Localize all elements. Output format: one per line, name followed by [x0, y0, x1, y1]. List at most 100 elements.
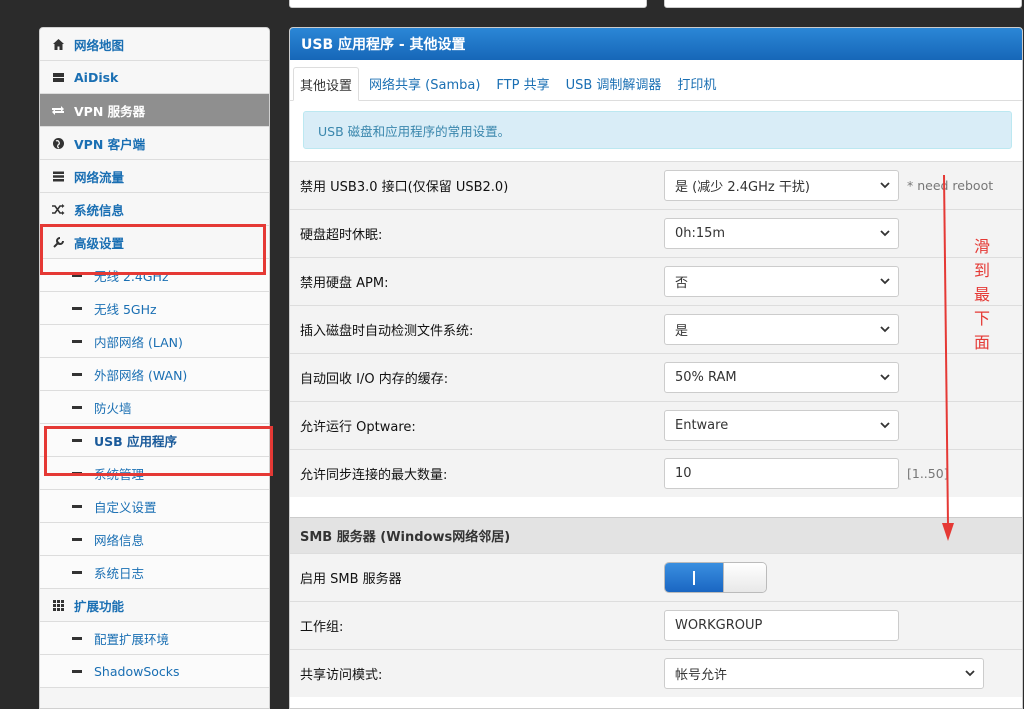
- dash-icon: [72, 570, 82, 574]
- sidebar-subitem-label: 防火墙: [94, 400, 132, 416]
- select-value: 帐号允许: [675, 668, 728, 683]
- highlight-box-advanced: [40, 224, 266, 275]
- sidebar-item-traffic[interactable]: 网络流量: [40, 160, 269, 193]
- sidebar-subitem-wan[interactable]: 外部网络 (WAN): [40, 358, 269, 391]
- enable-smb-toggle[interactable]: [664, 562, 767, 593]
- toggle-off-part: [723, 563, 766, 592]
- vpn-server-icon: [50, 102, 66, 118]
- setting-label: 允许同步连接的最大数量:: [300, 468, 448, 483]
- info-alert: USB 磁盘和应用程序的常用设置。: [303, 111, 1012, 149]
- sidebar-item-aidisk[interactable]: AiDisk: [40, 61, 269, 94]
- optware-select[interactable]: Entware: [664, 410, 899, 441]
- annotation-char: 最: [973, 285, 990, 304]
- select-value: 是: [675, 324, 689, 339]
- sidebar-subitem-custom[interactable]: 自定义设置: [40, 490, 269, 523]
- tab-samba[interactable]: 网络共享 (Samba): [363, 66, 486, 100]
- share-mode-select[interactable]: 帐号允许: [664, 658, 984, 689]
- top-panel-left: [289, 0, 647, 8]
- tab-other-settings[interactable]: 其他设置: [293, 67, 360, 101]
- setting-row-enable-smb: 启用 SMB 服务器: [290, 553, 1022, 601]
- select-value: 50% RAM: [675, 370, 737, 385]
- sidebar-item-vpn-server[interactable]: VPN 服务器: [40, 94, 269, 127]
- sidebar-subitem-label: 自定义设置: [94, 499, 157, 515]
- chevron-down-icon: [880, 326, 890, 333]
- sidebar-subitem-label: ShadowSocks: [94, 663, 180, 679]
- sidebar-subitem-lan[interactable]: 内部网络 (LAN): [40, 325, 269, 358]
- sidebar-subitem-label: 配置扩展环境: [94, 631, 170, 647]
- setting-row-disable-usb3: 禁用 USB3.0 接口(仅保留 USB2.0) 是 (减少 2.4GHz 干扰…: [290, 161, 1022, 209]
- annotation-char: 下: [973, 309, 990, 328]
- sidebar-subitem-firewall[interactable]: 防火墙: [40, 391, 269, 424]
- tab-usb-modem[interactable]: USB 调制解调器: [560, 66, 668, 100]
- dash-icon: [72, 306, 82, 310]
- setting-label: 启用 SMB 服务器: [300, 572, 402, 587]
- sidebar-item-label: 网络地图: [74, 37, 125, 53]
- sidebar-subitem-shadowsocks[interactable]: ShadowSocks: [40, 655, 269, 688]
- setting-label: 自动回收 I/O 内存的缓存:: [300, 372, 449, 387]
- sidebar-item-system-info[interactable]: 系统信息: [40, 193, 269, 226]
- max-connections-input[interactable]: 10: [664, 458, 899, 489]
- sidebar-subitem-label: 内部网络 (LAN): [94, 334, 183, 350]
- disable-apm-select[interactable]: 否: [664, 266, 899, 297]
- setting-label: 插入磁盘时自动检测文件系统:: [300, 324, 474, 339]
- page-title: USB 应用程序 - 其他设置: [290, 28, 1022, 60]
- sidebar-item-label: VPN 服务器: [74, 103, 146, 119]
- sidebar-item-label: 系统信息: [74, 202, 125, 218]
- dash-icon: [72, 372, 82, 376]
- sidebar-subitem-label: 系统日志: [94, 565, 145, 581]
- auto-fscheck-select[interactable]: 是: [664, 314, 899, 345]
- io-cache-select[interactable]: 50% RAM: [664, 362, 899, 393]
- setting-row-disable-apm: 禁用硬盘 APM: 否: [290, 257, 1022, 305]
- sidebar-subitem-net-info[interactable]: 网络信息: [40, 523, 269, 556]
- disk-spindown-select[interactable]: 0h:15m: [664, 218, 899, 249]
- setting-row-auto-fscheck: 插入磁盘时自动检测文件系统: 是: [290, 305, 1022, 353]
- setting-label: 硬盘超时休眠:: [300, 228, 383, 243]
- annotation-text: 滑 到 最 下 面: [972, 235, 992, 355]
- sidebar-subitem-wireless-5[interactable]: 无线 5GHz: [40, 292, 269, 325]
- chevron-down-icon: [965, 670, 975, 677]
- select-value: 是 (减少 2.4GHz 干扰): [675, 180, 810, 195]
- traffic-icon: [50, 168, 66, 184]
- dash-icon: [72, 669, 82, 673]
- top-panel-right: [664, 0, 1022, 8]
- sidebar-subitem-label: 网络信息: [94, 532, 145, 548]
- setting-row-workgroup: 工作组: WORKGROUP: [290, 601, 1022, 649]
- select-value: 0h:15m: [675, 226, 726, 241]
- sidebar-subitem-ext-env[interactable]: 配置扩展环境: [40, 622, 269, 655]
- select-value: 否: [675, 276, 689, 291]
- sidebar-subitem-label: 外部网络 (WAN): [94, 367, 188, 383]
- toggle-on-part: [665, 563, 723, 592]
- chevron-down-icon: [880, 182, 890, 189]
- sidebar-item-extensions[interactable]: 扩展功能: [40, 589, 269, 622]
- section-header-smb: SMB 服务器 (Windows网络邻居): [290, 517, 1022, 553]
- setting-row-optware: 允许运行 Optware: Entware: [290, 401, 1022, 449]
- chevron-down-icon: [880, 278, 890, 285]
- chevron-down-icon: [880, 422, 890, 429]
- annotation-char: 到: [973, 261, 990, 280]
- setting-label: 共享访问模式:: [300, 668, 383, 683]
- disable-usb3-select[interactable]: 是 (减少 2.4GHz 干扰): [664, 170, 899, 201]
- setting-label: 工作组:: [300, 620, 344, 635]
- tab-bar: 其他设置 网络共享 (Samba) FTP 共享 USB 调制解调器 打印机: [290, 60, 1022, 101]
- setting-row-disk-spindown: 硬盘超时休眠: 0h:15m: [290, 209, 1022, 257]
- chevron-down-icon: [880, 374, 890, 381]
- grid-icon: [50, 597, 66, 613]
- main-panel: USB 应用程序 - 其他设置 其他设置 网络共享 (Samba) FTP 共享…: [289, 27, 1023, 709]
- hdd-icon: [50, 69, 66, 85]
- sidebar-item-network-map[interactable]: 网络地图: [40, 28, 269, 61]
- setting-label: 禁用硬盘 APM:: [300, 276, 389, 291]
- workgroup-input[interactable]: WORKGROUP: [664, 610, 899, 641]
- tab-printer[interactable]: 打印机: [671, 66, 722, 100]
- tab-ftp[interactable]: FTP 共享: [490, 66, 555, 100]
- sidebar-item-label: VPN 客户端: [74, 136, 146, 152]
- sidebar-subitem-label: 无线 5GHz: [94, 301, 157, 317]
- scroll-down-arrow-icon: [942, 175, 954, 541]
- annotation-char: 面: [973, 333, 990, 352]
- sidebar-item-vpn-client[interactable]: VPN 客户端: [40, 127, 269, 160]
- dash-icon: [72, 339, 82, 343]
- setting-label: 允许运行 Optware:: [300, 420, 416, 435]
- sidebar-subitem-syslog[interactable]: 系统日志: [40, 556, 269, 589]
- globe-icon: [50, 135, 66, 151]
- shuffle-icon: [50, 201, 66, 217]
